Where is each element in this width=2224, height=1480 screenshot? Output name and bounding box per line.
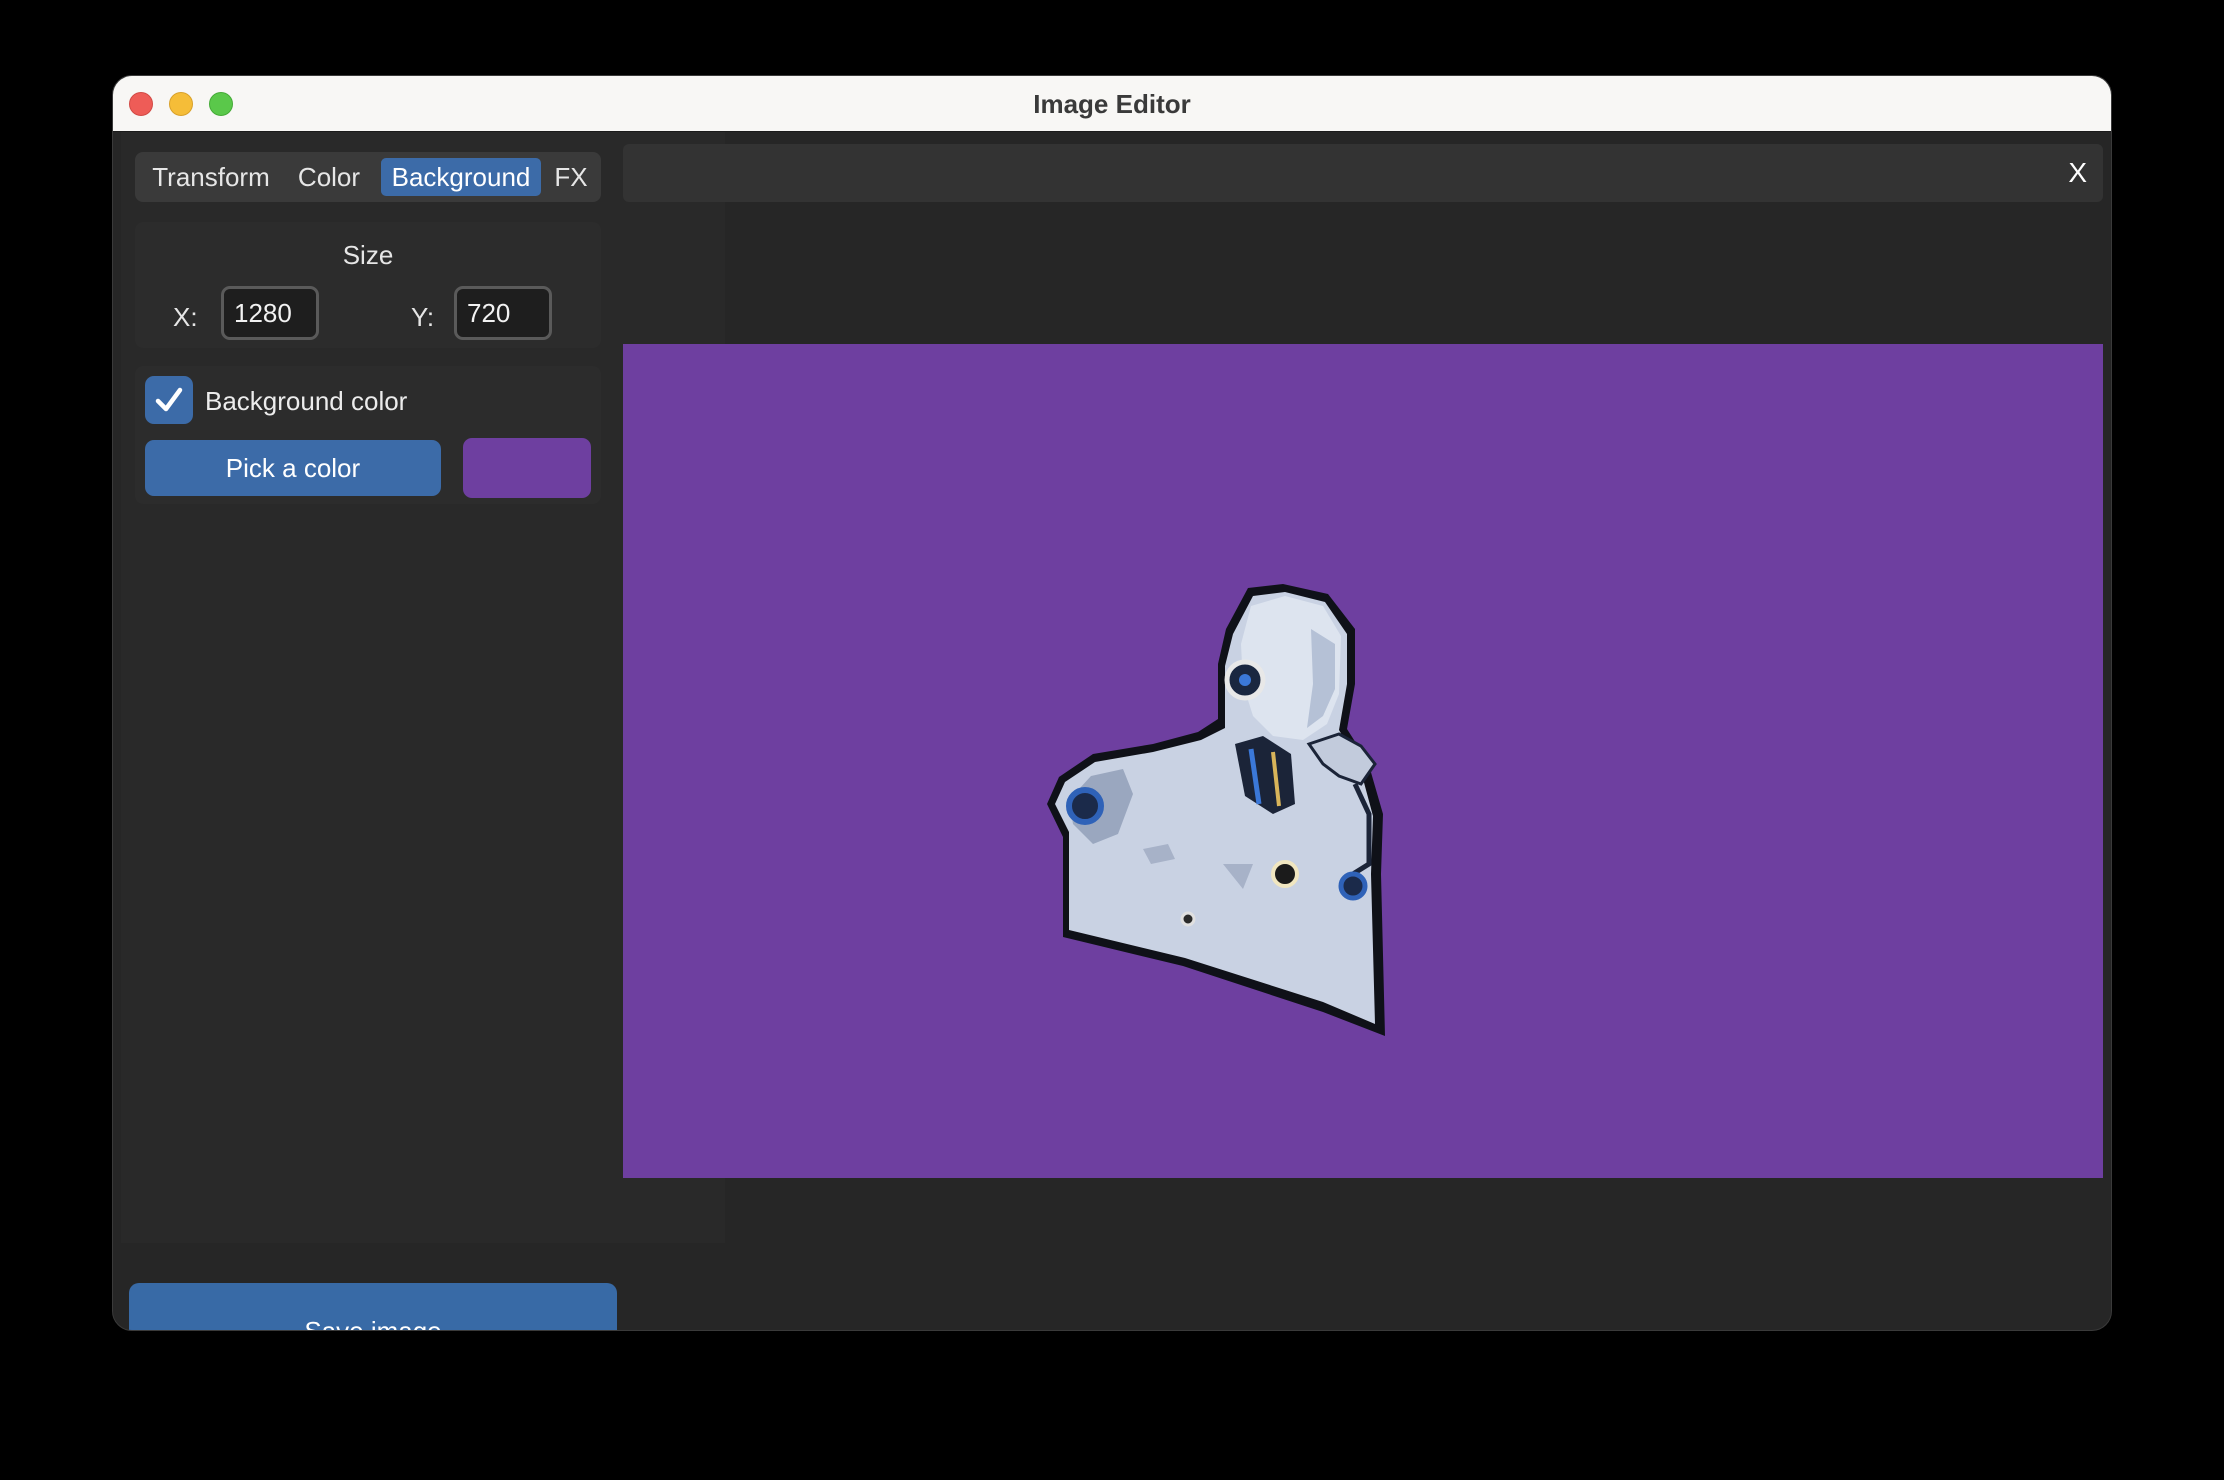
size-panel: Size X: Y: xyxy=(135,222,601,348)
background-panel: Background color Pick a color xyxy=(135,366,601,504)
tab-fx[interactable]: FX xyxy=(549,158,593,196)
width-input[interactable] xyxy=(221,286,319,340)
robot-image xyxy=(1047,584,1385,1036)
close-preview-button[interactable]: X xyxy=(2068,144,2087,202)
x-label: X: xyxy=(173,302,198,332)
tab-color[interactable]: Color xyxy=(289,158,369,196)
background-color-checkbox[interactable] xyxy=(145,376,193,424)
tab-background[interactable]: Background xyxy=(381,158,541,196)
tab-transform[interactable]: Transform xyxy=(143,158,279,196)
pick-color-button[interactable]: Pick a color xyxy=(145,440,441,496)
image-canvas[interactable] xyxy=(623,344,2103,1178)
window-title: Image Editor xyxy=(1033,89,1191,119)
background-color-label: Background color xyxy=(205,386,408,416)
color-swatch[interactable] xyxy=(463,438,591,498)
height-input[interactable] xyxy=(454,286,552,340)
title-bar: Image Editor xyxy=(113,76,2111,132)
app-window: Image Editor Transform Color Background … xyxy=(112,75,2112,1331)
size-title: Size xyxy=(342,240,394,270)
preview-top-bar: X xyxy=(623,144,2103,202)
save-image-button[interactable]: Save image xyxy=(129,1283,617,1330)
checkmark-icon xyxy=(155,387,183,412)
tab-bar: Transform Color Background FX xyxy=(135,152,601,202)
y-label: Y: xyxy=(411,302,435,332)
